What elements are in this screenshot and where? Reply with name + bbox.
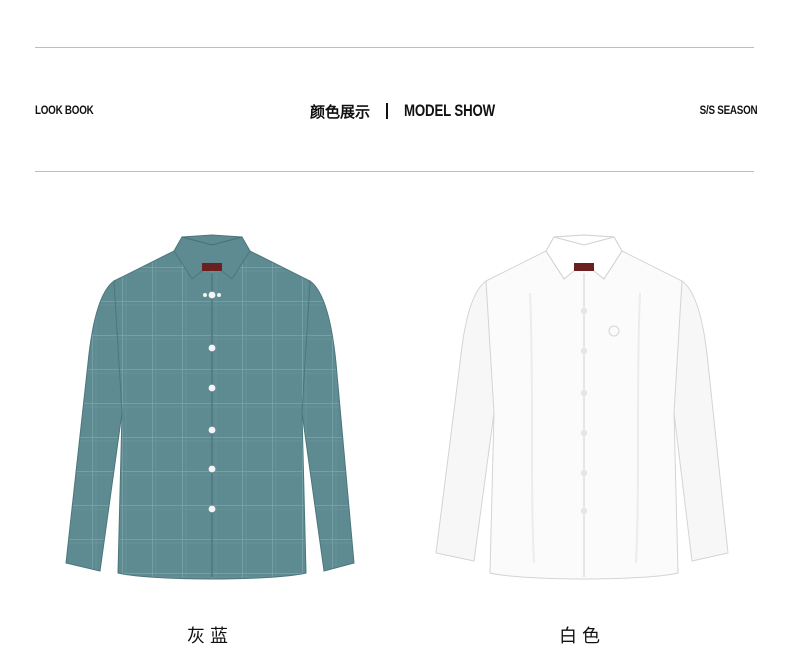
section-title: 颜色展示 MODEL SHOW	[310, 100, 521, 122]
season-label: S/S SEASON	[699, 103, 757, 117]
white-shirt-icon	[435, 234, 729, 580]
look-book-label: LOOK BOOK	[35, 103, 94, 117]
product-image-blue-grey-shirt[interactable]	[62, 233, 362, 583]
top-divider	[35, 47, 754, 48]
blue-grey-shirt-icon	[65, 234, 355, 580]
product-image-white-shirt[interactable]	[434, 233, 734, 583]
bottom-divider	[35, 171, 754, 172]
section-title-cn: 颜色展示	[310, 102, 371, 121]
product-caption-blue-grey: 灰蓝	[187, 626, 233, 647]
section-title-en: MODEL SHOW	[404, 101, 496, 120]
title-separator	[386, 103, 389, 119]
product-caption-white: 白色	[559, 626, 605, 647]
